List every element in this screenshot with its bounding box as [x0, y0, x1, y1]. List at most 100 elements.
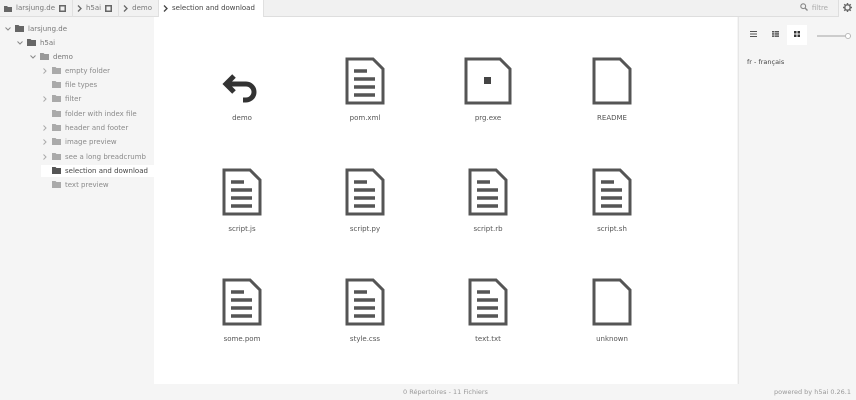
tree-label: see a long breadcrumb — [65, 153, 146, 161]
file-item-script-rb[interactable]: script.rb — [433, 164, 543, 254]
file-name: script.py — [349, 225, 381, 233]
item-counts: 0 Répertoires - 11 Fichiers — [403, 388, 488, 396]
folder-icon — [52, 66, 61, 76]
grid-view-button[interactable] — [787, 25, 807, 45]
file-item-style-css[interactable]: style.css — [310, 274, 420, 364]
tree-item-filter[interactable]: filter — [41, 93, 81, 105]
breadcrumb-selection-and-download[interactable]: selection and download — [158, 0, 264, 17]
folder-icon — [52, 152, 61, 162]
breadcrumb-larsjung[interactable]: larsjung.de — [0, 0, 73, 17]
folder-icon — [52, 80, 61, 90]
tree-label: text preview — [65, 181, 109, 189]
binary-file-icon — [464, 53, 512, 105]
tree-item-selection-and-download[interactable]: selection and download — [41, 165, 154, 177]
tree-label: h5ai — [40, 39, 56, 47]
tree-label: larsjung.de — [28, 25, 67, 33]
tree-label: empty folder — [65, 67, 111, 75]
file-name: script.js — [228, 225, 256, 233]
folder-icon — [15, 24, 24, 34]
top-bar: larsjung.de h5ai demo selection and down… — [0, 0, 856, 17]
folder-icon — [52, 137, 61, 147]
chevron-right-icon[interactable] — [41, 68, 48, 74]
file-name: some.pom — [223, 335, 261, 343]
tree-label: filter — [65, 95, 82, 103]
gear-icon — [843, 2, 852, 14]
folder-icon — [40, 52, 49, 62]
icon-size-slider[interactable] — [817, 33, 851, 39]
breadcrumb-label: h5ai — [86, 4, 102, 12]
tree-item-see-a-long-breadcrumb[interactable]: see a long breadcrumb — [41, 151, 146, 163]
chevron-right-icon[interactable] — [41, 96, 48, 102]
file-item-some-pom[interactable]: some.pom — [187, 274, 297, 364]
hint-icon — [105, 4, 113, 12]
settings-button[interactable] — [838, 0, 856, 17]
breadcrumb-h5ai[interactable]: h5ai — [73, 0, 120, 17]
breadcrumb-label: demo — [132, 4, 152, 12]
file-item-script-js[interactable]: script.js — [187, 164, 297, 254]
tree-label: demo — [53, 53, 73, 61]
file-item-unknown[interactable]: unknown — [557, 274, 667, 364]
file-name: README — [597, 114, 627, 122]
search-icon — [800, 3, 808, 13]
text-file-icon — [345, 164, 385, 216]
file-name: script.rb — [473, 225, 503, 233]
chevron-right-icon — [77, 4, 82, 12]
folder-icon — [4, 5, 12, 12]
tree-label: file types — [65, 81, 98, 89]
grid-view-icon — [794, 31, 800, 39]
file-item-text-txt[interactable]: text.txt — [433, 274, 543, 364]
chevron-down-icon[interactable] — [4, 27, 11, 31]
file-name: demo — [232, 114, 252, 122]
powered-by-link[interactable]: powered by h5ai 0.26.1 — [774, 384, 851, 400]
text-file-icon — [345, 274, 385, 326]
file-item-readme[interactable]: README — [557, 53, 667, 143]
tree-label: image preview — [65, 138, 117, 146]
file-name: prg.exe — [474, 114, 502, 122]
tree-item-image-preview[interactable]: image preview — [41, 136, 117, 148]
list-view-button[interactable] — [765, 25, 785, 45]
chevron-right-icon[interactable] — [41, 139, 48, 145]
tree-item-header-and-footer[interactable]: header and footer — [41, 122, 128, 134]
settings-panel: fr - français — [738, 17, 856, 384]
chevron-right-icon[interactable] — [41, 125, 48, 131]
tree-item-file-types[interactable]: file types — [41, 79, 97, 91]
folder-icon — [52, 123, 61, 133]
file-item-prg-exe[interactable]: prg.exe — [433, 53, 543, 143]
tree-item-text-preview[interactable]: text preview — [41, 179, 109, 191]
details-view-button[interactable] — [743, 25, 763, 45]
folder-tree: larsjung.de h5ai demo empty folder file … — [0, 18, 154, 386]
tree-item-empty-folder[interactable]: empty folder — [41, 65, 110, 77]
tree-item-demo[interactable]: demo — [29, 51, 73, 63]
breadcrumb-demo[interactable]: demo — [119, 0, 159, 17]
text-file-icon — [345, 53, 385, 105]
tree-item-folder-with-index-file[interactable]: folder with index file — [41, 108, 137, 120]
folder-icon — [52, 180, 61, 190]
tree-item-h5ai[interactable]: h5ai — [16, 37, 55, 49]
text-file-icon — [468, 274, 508, 326]
view-mode-group — [743, 25, 807, 45]
chevron-right-icon — [123, 4, 129, 12]
folder-icon — [52, 166, 61, 176]
file-item-script-py[interactable]: script.py — [310, 164, 420, 254]
blank-file-icon — [592, 53, 632, 105]
chevron-down-icon[interactable] — [16, 41, 23, 45]
tree-item-larsjung[interactable]: larsjung.de — [4, 23, 67, 35]
file-item-demo[interactable]: demo — [187, 53, 297, 143]
filter-input[interactable]: filtre — [794, 0, 838, 17]
tree-label: selection and download — [65, 167, 148, 175]
folder-icon — [52, 94, 61, 104]
file-name: script.sh — [597, 225, 627, 233]
file-item-pom-xml[interactable]: pom.xml — [310, 53, 420, 143]
file-name: unknown — [596, 335, 628, 343]
file-item-script-sh[interactable]: script.sh — [557, 164, 667, 254]
language-select[interactable]: fr - français — [747, 58, 784, 66]
chevron-down-icon[interactable] — [29, 55, 36, 59]
folder-icon — [52, 109, 61, 119]
status-bar: 0 Répertoires - 11 Fichiers powered by h… — [0, 384, 856, 400]
blank-file-icon — [592, 274, 632, 326]
chevron-right-icon[interactable] — [41, 154, 48, 160]
hint-icon — [59, 4, 66, 12]
text-file-icon — [222, 164, 262, 216]
list-view-icon — [749, 31, 757, 39]
slider-handle[interactable] — [845, 33, 851, 39]
